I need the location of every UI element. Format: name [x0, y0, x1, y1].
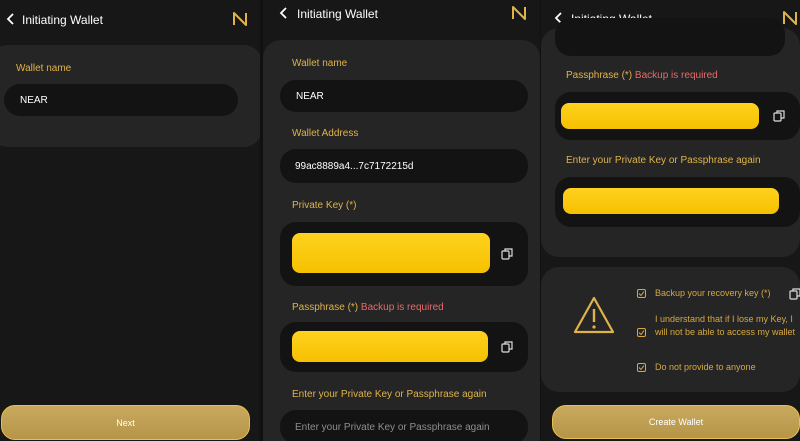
copy-icon[interactable]: [773, 110, 785, 122]
check-backup-text: Backup your recovery key (*): [655, 288, 771, 298]
header: Initiating Wallet: [0, 0, 260, 38]
passphrase-box: [555, 92, 800, 140]
wallet-name-input[interactable]: NEAR: [4, 84, 238, 116]
confirm-key-value: [563, 188, 779, 214]
copy-icon[interactable]: [789, 288, 800, 300]
private-key-value: [292, 233, 490, 273]
near-logo-icon: [510, 4, 528, 22]
check-understand-text: I understand that if I lose my Key, I wi…: [655, 314, 796, 337]
check-do-not-share-text: Do not provide to anyone: [655, 362, 756, 372]
checkbox-understand[interactable]: [637, 328, 646, 337]
confirm-key-box[interactable]: [555, 177, 800, 227]
scrolled-field: [555, 18, 785, 56]
passphrase-label: Passphrase (*) Backup is required: [566, 70, 718, 81]
wallet-address-label: Wallet Address: [292, 128, 359, 139]
acknowledgement-card: Backup your recovery key (*) I understan…: [541, 267, 800, 392]
chevron-left-icon[interactable]: [4, 12, 18, 26]
passphrase-label-text: Passphrase (*): [566, 70, 633, 81]
chevron-left-icon[interactable]: [277, 6, 291, 20]
passphrase-label-text: Passphrase (*): [292, 302, 359, 313]
confirm-key-label: Enter your Private Key or Passphrase aga…: [292, 389, 487, 400]
wallet-address-field: 99ac8889a4...7c7172215d: [280, 149, 528, 183]
page-title: Initiating Wallet: [297, 7, 378, 21]
passphrase-label: Passphrase (*) Backup is required: [292, 302, 444, 313]
backup-required-text: Backup is required: [360, 302, 444, 313]
backup-required-text: Backup is required: [634, 70, 718, 81]
wallet-details-card: Wallet name NEAR Wallet Address 99ac8889…: [263, 40, 540, 441]
page-title: Initiating Wallet: [22, 13, 103, 27]
checkbox-backup[interactable]: [637, 289, 646, 298]
screen-backup-confirm: Initiating Wallet Passphrase (*) Backup …: [541, 0, 800, 441]
near-logo-icon: [781, 9, 799, 27]
screen-wallet-name: Initiating Wallet Wallet name NEAR Next: [0, 0, 260, 441]
passphrase-value: [561, 103, 759, 129]
wallet-name-label: Wallet name: [16, 63, 72, 74]
wallet-name-label: Wallet name: [292, 58, 348, 69]
checkbox-do-not-share[interactable]: [637, 363, 646, 372]
warning-icon: [572, 295, 616, 335]
private-key-label: Private Key (*): [292, 200, 357, 211]
confirm-key-label: Enter your Private Key or Passphrase aga…: [566, 155, 761, 166]
header: Initiating Wallet: [263, 0, 540, 38]
private-key-box: [280, 222, 528, 286]
near-logo-icon: [231, 10, 249, 28]
copy-icon[interactable]: [501, 341, 513, 353]
keys-card: Passphrase (*) Backup is required Enter …: [541, 18, 800, 257]
create-wallet-button[interactable]: Create Wallet: [552, 405, 800, 439]
wallet-name-input[interactable]: NEAR: [280, 80, 528, 112]
passphrase-box: [280, 322, 528, 372]
next-button[interactable]: Next: [1, 405, 250, 440]
wallet-form-card: Wallet name NEAR: [0, 45, 260, 147]
confirm-key-input[interactable]: Enter your Private Key or Passphrase aga…: [280, 410, 528, 441]
passphrase-value: [292, 331, 488, 362]
screen-wallet-details: Initiating Wallet Wallet name NEAR Walle…: [263, 0, 540, 441]
copy-icon[interactable]: [501, 248, 513, 260]
